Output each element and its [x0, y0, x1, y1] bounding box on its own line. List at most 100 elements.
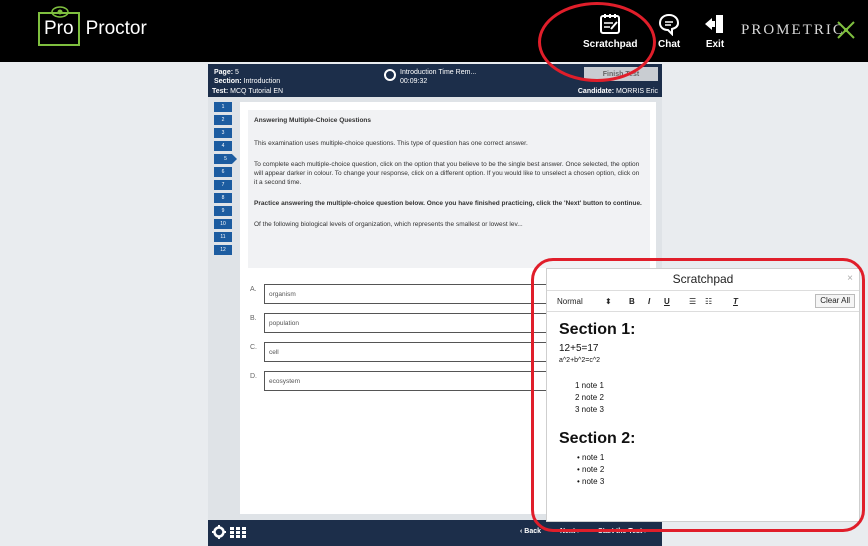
question-title: Answering Multiple-Choice Questions: [254, 117, 372, 124]
prometric-logo: PROMETRIC: [741, 22, 845, 39]
option-text[interactable]: organism: [264, 284, 554, 304]
question-nav-button[interactable]: 4: [214, 141, 232, 151]
scratchpad-panel: Scratchpad × Normal ⬍ B I U ☰ ☷ T Clear …: [546, 268, 860, 522]
bold-button[interactable]: B: [629, 297, 635, 306]
candidate-label: Candidate:: [577, 88, 615, 95]
option-letter: C.: [250, 344, 257, 351]
list-item-text: note 1: [582, 453, 605, 462]
section-value: Introduction: [243, 78, 281, 85]
clear-all-button[interactable]: Clear All: [815, 294, 855, 308]
close-icon[interactable]: ×: [847, 273, 853, 284]
list-item: • note 3: [577, 477, 605, 486]
question-nav-button[interactable]: 2: [214, 115, 232, 125]
eye-icon: [51, 6, 69, 18]
exit-icon: [705, 15, 723, 33]
timer-value: 00:09:32: [400, 78, 428, 85]
question-nav-button-active[interactable]: 5: [214, 154, 237, 164]
question-nav-button[interactable]: 3: [214, 128, 232, 138]
logo-text-proctor: Proctor: [85, 18, 147, 39]
test-value: MCQ Tutorial EN: [230, 88, 284, 95]
option-text[interactable]: population: [264, 313, 554, 333]
list-item-text: note 3: [582, 477, 605, 486]
format-chevron-icon[interactable]: ⬍: [605, 297, 612, 306]
question-nav-button[interactable]: 9: [214, 206, 232, 216]
exit-button[interactable]: Exit: [703, 12, 727, 50]
chat-button[interactable]: Chat: [658, 12, 680, 50]
page-label: Page:: [214, 69, 234, 76]
option-letter: A.: [250, 286, 257, 293]
proproctor-logo: Pro Proctor: [38, 6, 147, 46]
back-label: Back: [524, 528, 542, 535]
grid-icon[interactable]: [230, 527, 246, 538]
timer-title: Introduction Time Rem...: [400, 69, 477, 76]
option-text[interactable]: cell: [264, 342, 554, 362]
next-label: Next: [560, 528, 576, 535]
scratchpad-editor[interactable]: Section 1: 12+5=17 a^2+b^2=c^2 1 note 1 …: [559, 321, 849, 488]
exam-footer: ‹ Back Next › Start the Test ›: [208, 520, 662, 546]
logo-text-pro: Pro: [44, 18, 74, 39]
prometric-text: PROMETRIC: [741, 22, 845, 38]
next-button[interactable]: Next ›: [560, 528, 579, 535]
list-item: 3 note 3: [575, 405, 604, 414]
scratchpad-button[interactable]: Scratchpad: [583, 12, 637, 50]
instruction-paragraph: This examination uses multiple-choice qu…: [254, 140, 528, 147]
section-label: Section:: [214, 78, 242, 85]
finish-test-button[interactable]: Finish Test: [584, 67, 658, 81]
numbered-list-icon[interactable]: ☰: [689, 297, 696, 306]
option-letter: D.: [250, 373, 257, 380]
start-test-button[interactable]: Start the Test ›: [598, 528, 647, 535]
question-stem: Of the following biological levels of or…: [254, 221, 523, 228]
question-nav-button[interactable]: 12: [214, 245, 232, 255]
chat-label: Chat: [658, 39, 681, 50]
section-heading: Section 2:: [559, 430, 636, 447]
note-line: 12+5=17: [559, 343, 599, 354]
chat-icon: [659, 13, 680, 36]
clear-format-button[interactable]: T: [733, 297, 738, 306]
answer-option-b[interactable]: B. population: [250, 313, 554, 333]
option-text[interactable]: ecosystem: [264, 371, 554, 391]
prometric-mark-icon: [837, 21, 855, 39]
list-item-text: note 2: [582, 465, 605, 474]
option-letter: B.: [250, 315, 257, 322]
bullet-list-icon[interactable]: ☷: [705, 297, 712, 306]
list-item: • note 1: [577, 453, 605, 462]
back-button[interactable]: ‹ Back: [520, 528, 541, 535]
scratchpad-title: Scratchpad: [672, 272, 734, 286]
italic-button[interactable]: I: [648, 297, 650, 306]
question-nav-button[interactable]: 1: [214, 102, 232, 112]
question-nav-button[interactable]: 7: [214, 180, 232, 190]
candidate-info: Candidate: MORRIS Eric: [578, 88, 658, 95]
gear-icon[interactable]: [212, 525, 226, 539]
test-info: Test: MCQ Tutorial EN: [212, 88, 283, 95]
exam-header: Page: 5 Section: Introduction Test: MCQ …: [208, 64, 662, 97]
instruction-paragraph: To complete each multiple-choice questio…: [254, 161, 640, 186]
scratchpad-label: Scratchpad: [583, 39, 638, 50]
list-item: • note 2: [577, 465, 605, 474]
answer-option-a[interactable]: A. organism: [250, 284, 554, 304]
format-select[interactable]: Normal: [557, 297, 583, 306]
numbered-list: 1 note 1 2 note 2 3 note 3: [559, 380, 849, 416]
note-line: a^2+b^2=c^2: [559, 357, 600, 364]
page-section-info: Page: 5 Section: Introduction: [214, 68, 280, 86]
section-heading: Section 1:: [559, 321, 636, 338]
question-nav-button[interactable]: 6: [214, 167, 232, 177]
candidate-value: MORRIS Eric: [616, 88, 658, 95]
notepad-icon: [600, 14, 621, 34]
clock-icon: [384, 69, 396, 81]
page-value: 5: [235, 69, 239, 76]
question-nav-button[interactable]: 8: [214, 193, 232, 203]
underline-button[interactable]: U: [664, 297, 670, 306]
top-bar: Pro Proctor Scratchpad Chat Exit PROMETR…: [0, 0, 868, 62]
question-nav-button[interactable]: 11: [214, 232, 232, 242]
test-label: Test:: [212, 88, 229, 95]
scratchpad-toolbar: Normal ⬍ B I U ☰ ☷ T Clear All: [547, 290, 859, 312]
question-nav-button[interactable]: 10: [214, 219, 232, 229]
exit-label: Exit: [705, 39, 725, 50]
start-label: Start the Test: [598, 528, 643, 535]
answer-option-c[interactable]: C. cell: [250, 342, 554, 362]
question-navigator: 1 2 3 4 5 6 7 8 9 10 11 12: [214, 102, 237, 258]
answer-option-d[interactable]: D. ecosystem: [250, 371, 554, 391]
practice-instruction: Practice answering the multiple-choice q…: [254, 200, 642, 207]
list-item: 2 note 2: [575, 393, 604, 402]
bullet-list: • note 1 • note 2 • note 3: [559, 452, 849, 488]
